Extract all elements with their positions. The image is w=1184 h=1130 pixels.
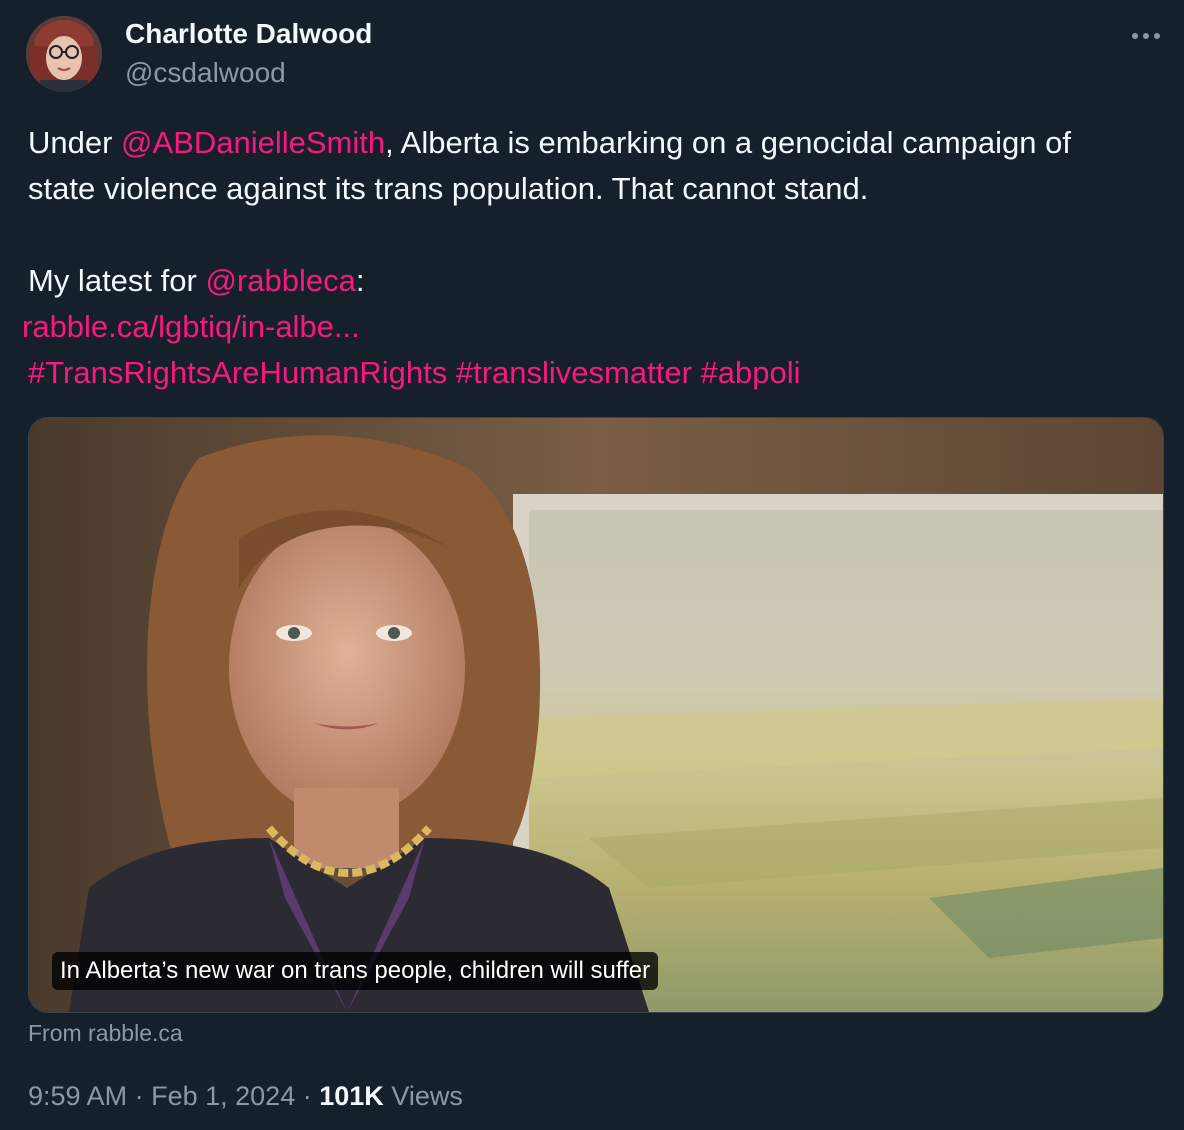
text-fragment: My latest for [28,263,206,298]
text-fragment: Under [28,125,122,160]
tweet-meta: 9:59 AM · Feb 1, 2024 · 101K Views [28,1081,463,1112]
card-source[interactable]: From rabble.ca [28,1020,183,1047]
separator: · [134,1081,144,1111]
avatar-image [26,16,102,92]
mention-link[interactable]: @rabbleca [205,263,355,298]
tweet-card: Charlotte Dalwood @csdalwood Under @ABDa… [0,0,1184,1130]
tweet-line-3: My latest for @rabbleca: [28,258,1158,304]
views-count: 101K [319,1081,384,1111]
separator: · [302,1081,312,1111]
author-name[interactable]: Charlotte Dalwood [125,18,372,50]
hashtag-link[interactable]: #abpoli [701,355,801,390]
media-image [29,418,1163,1012]
text-fragment: , Alberta is embarking on a genocidal ca… [385,125,1071,160]
link-card-media[interactable]: In Alberta’s new war on trans people, ch… [28,417,1164,1013]
tweet-line-1: Under @ABDanielleSmith, Alberta is embar… [28,120,1158,166]
views-label: Views [391,1081,463,1111]
mention-link[interactable]: @ABDanielleSmith [121,125,385,160]
tweet-time[interactable]: 9:59 AM [28,1081,127,1111]
author-handle[interactable]: @csdalwood [125,57,286,89]
more-options-icon[interactable] [1126,24,1166,48]
text-fragment: : [355,263,365,298]
media-caption: In Alberta’s new war on trans people, ch… [52,952,659,990]
tweet-date[interactable]: Feb 1, 2024 [151,1081,295,1111]
avatar[interactable] [26,16,102,92]
article-link[interactable]: rabble.ca/lgbtiq/in-albe... [22,309,360,344]
tweet-line-2: state violence against its trans populat… [28,171,869,206]
hashtag-link[interactable]: #TransRightsAreHumanRights [28,355,447,390]
tweet-text: Under @ABDanielleSmith, Alberta is embar… [22,120,1158,396]
hashtag-link[interactable]: #translivesmatter [456,355,692,390]
